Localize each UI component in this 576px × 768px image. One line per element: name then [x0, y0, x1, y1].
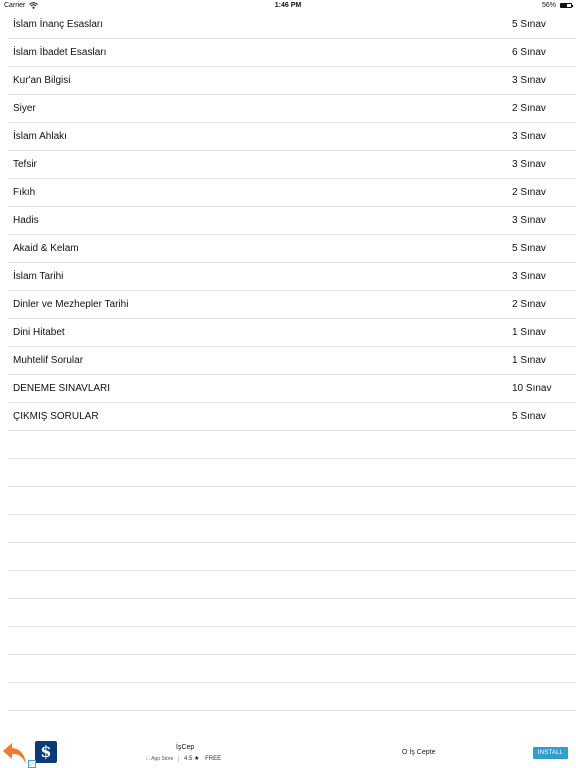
- empty-row: [8, 431, 576, 459]
- list-item-title: İslam İbadet Esasları: [13, 47, 107, 58]
- list-item-count: 2 Sınav: [512, 103, 546, 114]
- empty-row: [8, 571, 576, 599]
- empty-row: [8, 655, 576, 683]
- list-item[interactable]: Siyer 2 Sınav: [8, 95, 576, 123]
- list-item-count: 3 Sınav: [512, 271, 546, 282]
- list-item-title: İslam Ahlakı: [13, 131, 67, 142]
- list-item-title: Dinler ve Mezhepler Tarihi: [13, 299, 129, 310]
- app-store-label:  App Store: [146, 756, 173, 762]
- list-item[interactable]: Hadis 3 Sınav: [8, 207, 576, 235]
- list-item-count: 2 Sınav: [512, 187, 546, 198]
- list-item-count: 5 Sınav: [512, 19, 546, 30]
- list-item-count: 10 Sınav: [512, 383, 552, 394]
- list-item-title: Tefsir: [13, 159, 37, 170]
- list-item[interactable]: DENEME SINAVLARI 10 Sınav: [8, 375, 576, 403]
- list-item-title: Kur'an Bilgisi: [13, 75, 71, 86]
- divider: |: [178, 756, 180, 762]
- list-item-count: 1 Sınav: [512, 355, 546, 366]
- empty-row: [8, 599, 576, 627]
- empty-row: [8, 459, 576, 487]
- list-item[interactable]: Dini Hitabet 1 Sınav: [8, 319, 576, 347]
- list-item-count: 3 Sınav: [512, 75, 546, 86]
- apple-icon: : [146, 756, 150, 762]
- list-item-count: 2 Sınav: [512, 299, 546, 310]
- list-item[interactable]: Dinler ve Mezhepler Tarihi 2 Sınav: [8, 291, 576, 319]
- list-item-count: 3 Sınav: [512, 159, 546, 170]
- ad-price: FREE: [199, 756, 221, 762]
- empty-row: [8, 515, 576, 543]
- list-item-count: 3 Sınav: [512, 131, 546, 142]
- ad-banner[interactable]: $ ▷ İşCep  App Store | 4.5 ★ FREE O İş …: [0, 738, 576, 768]
- list-item-title: DENEME SINAVLARI: [13, 383, 111, 394]
- ad-app-name: İşCep: [176, 744, 195, 751]
- list-item[interactable]: Tefsir 3 Sınav: [8, 151, 576, 179]
- list-item-count: 3 Sınav: [512, 215, 546, 226]
- list-item-count: 1 Sınav: [512, 327, 546, 338]
- list-item[interactable]: Muhtelif Sorular 1 Sınav: [8, 347, 576, 375]
- list-item-title: ÇIKMIŞ SORULAR: [13, 411, 99, 422]
- list-item-title: Fıkıh: [13, 187, 36, 198]
- list-item[interactable]: İslam Ahlakı 3 Sınav: [8, 123, 576, 151]
- ad-sponsor: O İş Cepte: [402, 749, 436, 756]
- list-item-title: Muhtelif Sorular: [13, 355, 84, 366]
- list-item-title: İslam Tarihi: [13, 271, 64, 282]
- list-item-title: Siyer: [13, 103, 36, 114]
- star-icon: ★: [188, 756, 199, 762]
- list-item-title: Akaid & Kelam: [13, 243, 79, 254]
- list-item[interactable]: İslam Tarihi 3 Sınav: [8, 263, 576, 291]
- list-item[interactable]: Akaid & Kelam 5 Sınav: [8, 235, 576, 263]
- list-item[interactable]: ÇIKMIŞ SORULAR 5 Sınav: [8, 403, 576, 431]
- install-button[interactable]: INSTALL: [533, 747, 568, 759]
- exam-category-list: İslam İnanç Esasları 5 Sınav İslam İbadet …: [0, 11, 576, 711]
- empty-row: [8, 683, 576, 711]
- list-item-title: Dini Hitabet: [13, 327, 65, 338]
- list-item-title: Hadis: [13, 215, 39, 226]
- list-item-count: 5 Sınav: [512, 243, 546, 254]
- ad-choices-icon[interactable]: ▷: [28, 760, 36, 768]
- empty-row: [8, 543, 576, 571]
- ad-meta:  App Store | 4.5 ★ FREE: [146, 755, 221, 762]
- ad-rating: 4.5: [178, 756, 192, 762]
- back-arrow-icon[interactable]: [2, 740, 28, 766]
- battery-icon: [560, 3, 573, 8]
- list-item[interactable]: İslam İbadet Esasları 6 Sınav: [8, 39, 576, 67]
- list-item-title: İslam İnanç Esasları: [13, 19, 104, 30]
- empty-row: [8, 487, 576, 515]
- list-item-count: 6 Sınav: [512, 47, 546, 58]
- app-logo[interactable]: $: [35, 741, 57, 763]
- list-item[interactable]: Kur'an Bilgisi 3 Sınav: [8, 67, 576, 95]
- list-item[interactable]: İslam İnanç Esasları 5 Sınav: [8, 11, 576, 39]
- empty-row: [8, 627, 576, 655]
- list-item-count: 5 Sınav: [512, 411, 546, 422]
- list-item[interactable]: Fıkıh 2 Sınav: [8, 179, 576, 207]
